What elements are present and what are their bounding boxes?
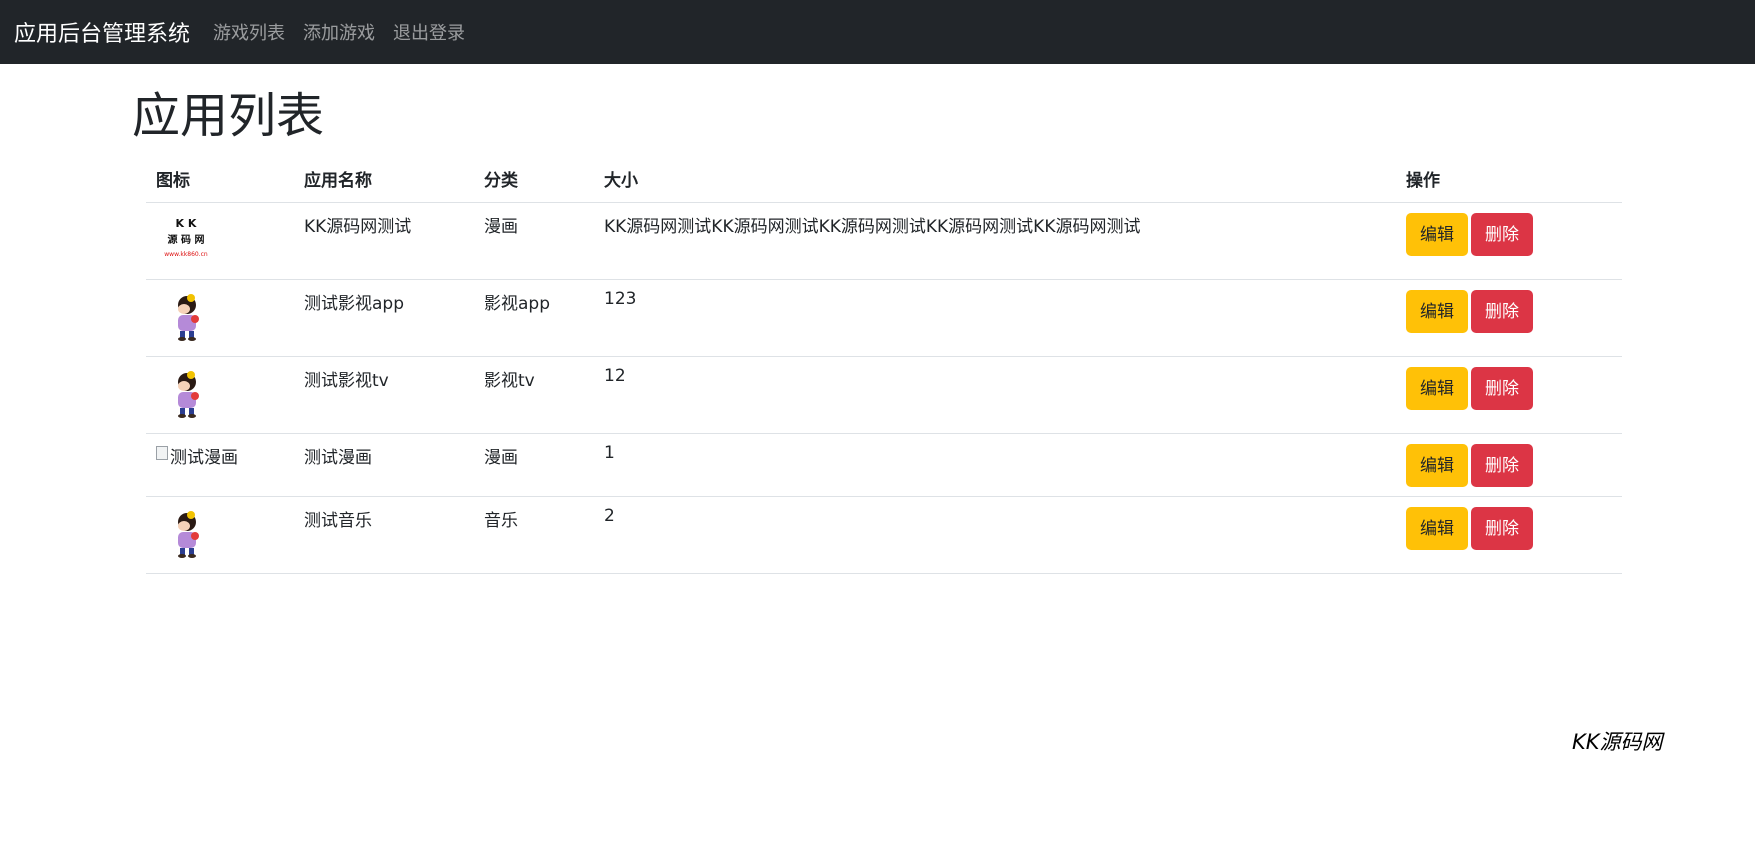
table-row: 测试影视tv 影视tv 12 编辑 删除 — [146, 356, 1622, 434]
app-name: KK源码网测试 — [294, 202, 474, 280]
table-row: 测试漫画 测试漫画 漫画 1 编辑 删除 — [146, 433, 1622, 497]
table-header-row: 图标 应用名称 分类 大小 操作 — [146, 157, 1622, 203]
app-size: 2 — [594, 496, 1396, 574]
top-navbar: 应用后台管理系统 游戏列表 添加游戏 退出登录 — [0, 0, 1755, 64]
cartoon-girl-icon — [154, 287, 218, 347]
icon-cell — [146, 279, 294, 357]
kk-logo-icon: K K 源 码 网 www.kk860.cn — [154, 210, 218, 270]
header-size: 大小 — [594, 157, 1396, 203]
table-row: K K 源 码 网 www.kk860.cn KK源码网测试 漫画 KK源码网测… — [146, 202, 1622, 280]
cartoon-girl-icon — [154, 364, 218, 424]
header-name: 应用名称 — [294, 157, 474, 203]
actions-cell: 编辑 删除 — [1396, 433, 1622, 497]
app-category: 影视tv — [474, 356, 594, 434]
delete-button[interactable]: 删除 — [1471, 443, 1533, 487]
icon-cell — [146, 496, 294, 574]
brand-title[interactable]: 应用后台管理系统 — [14, 16, 190, 48]
header-category: 分类 — [474, 157, 594, 203]
app-category: 漫画 — [474, 433, 594, 497]
edit-button[interactable]: 编辑 — [1406, 443, 1468, 487]
delete-button[interactable]: 删除 — [1471, 212, 1533, 256]
app-name: 测试音乐 — [294, 496, 474, 574]
app-size: KK源码网测试KK源码网测试KK源码网测试KK源码网测试KK源码网测试 — [594, 202, 1396, 280]
icon-cell — [146, 356, 294, 434]
app-category: 漫画 — [474, 202, 594, 280]
edit-button[interactable]: 编辑 — [1406, 366, 1468, 410]
app-name: 测试漫画 — [294, 433, 474, 497]
cartoon-girl-icon — [154, 504, 218, 564]
app-table: 图标 应用名称 分类 大小 操作 K K 源 码 网 www.kk860.cn — [146, 157, 1622, 574]
delete-button[interactable]: 删除 — [1471, 506, 1533, 550]
nav-game-list[interactable]: 游戏列表 — [213, 19, 285, 45]
svg-text:www.kk860.cn: www.kk860.cn — [164, 251, 208, 258]
page-title: 应用列表 — [132, 88, 325, 144]
header-actions: 操作 — [1396, 157, 1622, 203]
app-size: 123 — [594, 279, 1396, 357]
watermark-text: KK源码网 — [1572, 730, 1663, 754]
icon-cell: K K 源 码 网 www.kk860.cn — [146, 202, 294, 280]
image-alt-text: 测试漫画 — [170, 447, 238, 468]
table-row: 测试音乐 音乐 2 编辑 删除 — [146, 496, 1622, 574]
edit-button[interactable]: 编辑 — [1406, 506, 1468, 550]
nav-logout[interactable]: 退出登录 — [393, 19, 465, 45]
actions-cell: 编辑 删除 — [1396, 356, 1622, 434]
app-category: 音乐 — [474, 496, 594, 574]
app-name: 测试影视tv — [294, 356, 474, 434]
header-icon: 图标 — [146, 157, 294, 203]
edit-button[interactable]: 编辑 — [1406, 212, 1468, 256]
svg-text:K K: K K — [176, 217, 197, 230]
app-size: 1 — [594, 433, 1396, 497]
svg-text:源 码 网: 源 码 网 — [168, 233, 205, 246]
main-container: 应用列表 图标 应用名称 分类 大小 操作 K K 源 码 网 www.kk86… — [132, 64, 1622, 574]
icon-cell: 测试漫画 — [146, 433, 294, 497]
delete-button[interactable]: 删除 — [1471, 366, 1533, 410]
broken-image-glyph — [156, 445, 168, 460]
nav-add-game[interactable]: 添加游戏 — [303, 19, 375, 45]
table-row: 测试影视app 影视app 123 编辑 删除 — [146, 279, 1622, 357]
broken-image-icon: 测试漫画 — [156, 443, 284, 468]
app-size: 12 — [594, 356, 1396, 434]
app-category: 影视app — [474, 279, 594, 357]
edit-button[interactable]: 编辑 — [1406, 289, 1468, 333]
actions-cell: 编辑 删除 — [1396, 496, 1622, 574]
actions-cell: 编辑 删除 — [1396, 279, 1622, 357]
delete-button[interactable]: 删除 — [1471, 289, 1533, 333]
app-name: 测试影视app — [294, 279, 474, 357]
actions-cell: 编辑 删除 — [1396, 202, 1622, 280]
